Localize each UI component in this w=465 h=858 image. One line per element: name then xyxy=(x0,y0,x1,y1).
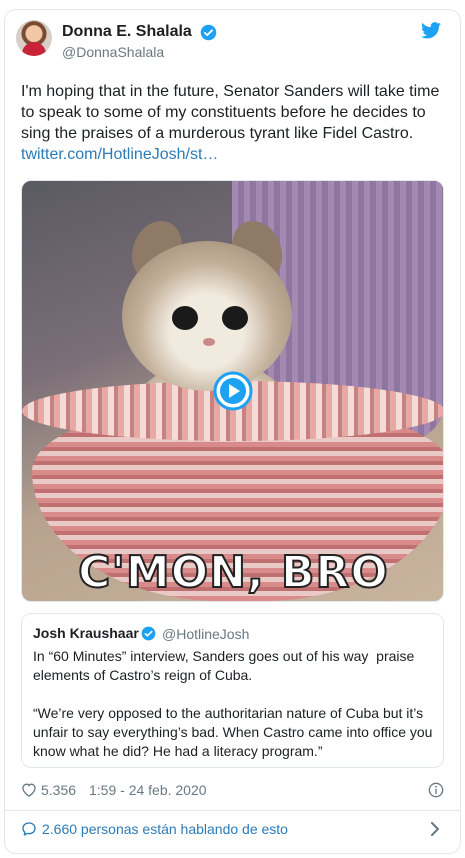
play-icon[interactable] xyxy=(213,371,253,411)
author-handle[interactable]: @DonnaShalala xyxy=(62,44,164,60)
tweet-header: Donna E. Shalala @DonnaShalala xyxy=(16,20,441,66)
info-icon[interactable] xyxy=(428,782,444,798)
tweet-link[interactable]: twitter.com/HotlineJosh/st… xyxy=(21,144,446,165)
speech-bubble-icon xyxy=(22,822,36,836)
twitter-bird-icon[interactable] xyxy=(421,22,441,39)
tweet-body: I'm hoping that in the future, Senator S… xyxy=(21,83,440,142)
chevron-right-icon[interactable] xyxy=(429,822,441,836)
quoted-author-handle: @HotlineJosh xyxy=(162,626,250,642)
kitten-head xyxy=(122,241,292,391)
timestamp[interactable]: 1:59 - 24 feb. 2020 xyxy=(89,782,207,798)
avatar[interactable] xyxy=(16,20,52,56)
kitten-nose xyxy=(203,338,215,346)
tweet-media-gif[interactable]: C'MON, BRO xyxy=(21,180,444,602)
quoted-tweet[interactable]: Josh Kraushaar @HotlineJosh In “60 Minut… xyxy=(21,613,444,768)
media-caption: C'MON, BRO xyxy=(77,546,389,599)
verified-badge-icon xyxy=(141,626,156,641)
author-name[interactable]: Donna E. Shalala xyxy=(62,23,192,41)
quoted-author-name: Josh Kraushaar xyxy=(33,625,139,641)
conversation-count[interactable]: 2.660 personas están hablando de esto xyxy=(42,821,288,837)
verified-badge-icon xyxy=(200,24,217,41)
divider xyxy=(5,810,460,811)
tweet-meta: 5.356 1:59 - 24 feb. 2020 xyxy=(21,781,446,801)
like-count[interactable]: 5.356 xyxy=(41,782,76,798)
kitten-eye-right xyxy=(222,306,248,330)
tweet-text: I'm hoping that in the future, Senator S… xyxy=(21,81,446,165)
kitten-eye-left xyxy=(172,306,198,330)
heart-icon[interactable] xyxy=(21,782,37,797)
quoted-text: In “60 Minutes” interview, Sanders goes … xyxy=(33,648,433,759)
conversation-footer[interactable]: 2.660 personas están hablando de esto xyxy=(21,820,441,840)
